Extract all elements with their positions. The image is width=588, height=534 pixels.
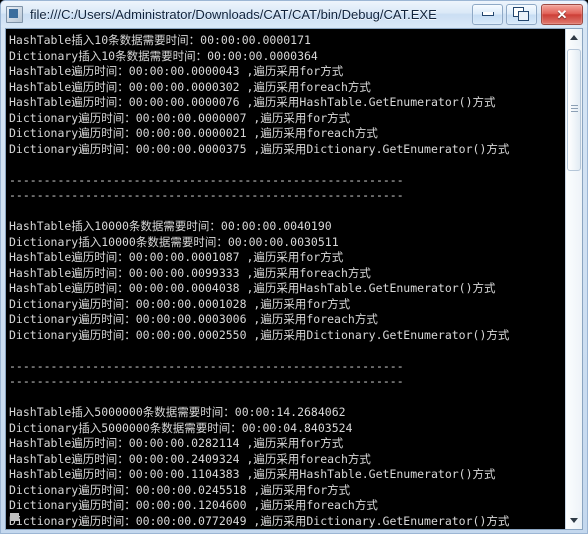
console-line: Dictionary遍历时间：00:00:00.0000007 ,遍历采用for… xyxy=(9,110,351,125)
console-line: HashTable插入10条数据需要时间：00:00:00.0000171 xyxy=(9,33,311,47)
console-line: Dictionary遍历时间：00:00:00.1204600 ,遍历采用for… xyxy=(9,498,378,512)
close-icon: ✕ xyxy=(542,5,582,24)
console-line: Dictionary遍历时间：00:00:00.0001028 ,遍历采用for… xyxy=(9,296,351,311)
close-glyph: ✕ xyxy=(556,6,568,22)
minimize-icon xyxy=(473,5,502,24)
console-line: HashTable遍历时间：00:00:00.0000302 ,遍历采用fore… xyxy=(9,79,371,94)
console-separator: ----------------------------------------… xyxy=(9,374,404,388)
close-button[interactable]: ✕ xyxy=(541,3,583,25)
console-line: HashTable遍历时间：00:00:00.2409324 ,遍历采用fore… xyxy=(9,451,371,466)
console-line: HashTable遍历时间：00:00:00.0000043 ,遍历采用for方… xyxy=(9,64,344,78)
window-titlebar[interactable]: file:///C:/Users/Administrator/Downloads… xyxy=(1,1,587,27)
console-line: Dictionary遍历时间：00:00:00.0000021 ,遍历采用for… xyxy=(9,126,378,140)
console-line: HashTable遍历时间：00:00:00.1104383 ,遍历采用Hash… xyxy=(9,467,496,481)
console-area: HashTable插入10条数据需要时间：00:00:00.0000171 Di… xyxy=(5,28,583,530)
console-line: Dictionary遍历时间：00:00:00.0003006 ,遍历采用for… xyxy=(9,312,378,326)
console-line: HashTable插入10000条数据需要时间：00:00:00.0040190 xyxy=(9,219,332,233)
maximize-button[interactable] xyxy=(506,3,537,25)
console-app-icon xyxy=(6,5,23,23)
scrollbar-grip xyxy=(568,105,580,112)
scrollbar-track[interactable] xyxy=(566,46,582,512)
console-line: Dictionary遍历时间：00:00:00.0000375 ,遍历采用Dic… xyxy=(9,141,510,156)
console-line: Dictionary遍历时间：00:00:00.0772049 ,遍历采用Dic… xyxy=(9,513,510,528)
console-line: HashTable遍历时间：00:00:00.0000076 ,遍历采用Hash… xyxy=(9,95,496,109)
console-line: Dictionary插入10000条数据需要时间：00:00:00.003051… xyxy=(9,234,339,249)
console-separator: ----------------------------------------… xyxy=(9,188,404,202)
vertical-scrollbar[interactable] xyxy=(565,29,582,529)
scroll-up-arrow[interactable] xyxy=(566,29,582,46)
console-output[interactable]: HashTable插入10条数据需要时间：00:00:00.0000171 Di… xyxy=(6,29,565,529)
maximize-icon xyxy=(507,5,536,24)
console-line: Dictionary插入5000000条数据需要时间：00:00:04.8403… xyxy=(9,420,353,435)
minimize-button[interactable] xyxy=(472,3,503,25)
window-title: file:///C:/Users/Administrator/Downloads… xyxy=(30,6,437,22)
scrollbar-thumb[interactable] xyxy=(567,49,581,171)
console-line: HashTable插入5000000条数据需要时间：00:00:14.26840… xyxy=(9,405,346,419)
console-separator: ----------------------------------------… xyxy=(9,358,404,373)
console-line: HashTable遍历时间：00:00:00.0099333 ,遍历采用fore… xyxy=(9,265,371,280)
console-separator: ----------------------------------------… xyxy=(9,172,404,187)
console-line: HashTable遍历时间：00:00:00.0282114 ,遍历采用for方… xyxy=(9,436,344,450)
console-line: Dictionary插入10条数据需要时间：00:00:00.0000364 xyxy=(9,48,318,63)
console-line: HashTable遍历时间：00:00:00.0001087 ,遍历采用for方… xyxy=(9,250,344,264)
console-line: Dictionary遍历时间：00:00:00.0245518 ,遍历采用for… xyxy=(9,482,351,497)
console-line: Dictionary遍历时间：00:00:00.0002550 ,遍历采用Dic… xyxy=(9,327,510,342)
scroll-down-arrow[interactable] xyxy=(566,512,582,529)
text-cursor xyxy=(10,513,19,521)
console-window: file:///C:/Users/Administrator/Downloads… xyxy=(0,0,588,534)
console-line: HashTable遍历时间：00:00:00.0004038 ,遍历采用Hash… xyxy=(9,281,496,295)
